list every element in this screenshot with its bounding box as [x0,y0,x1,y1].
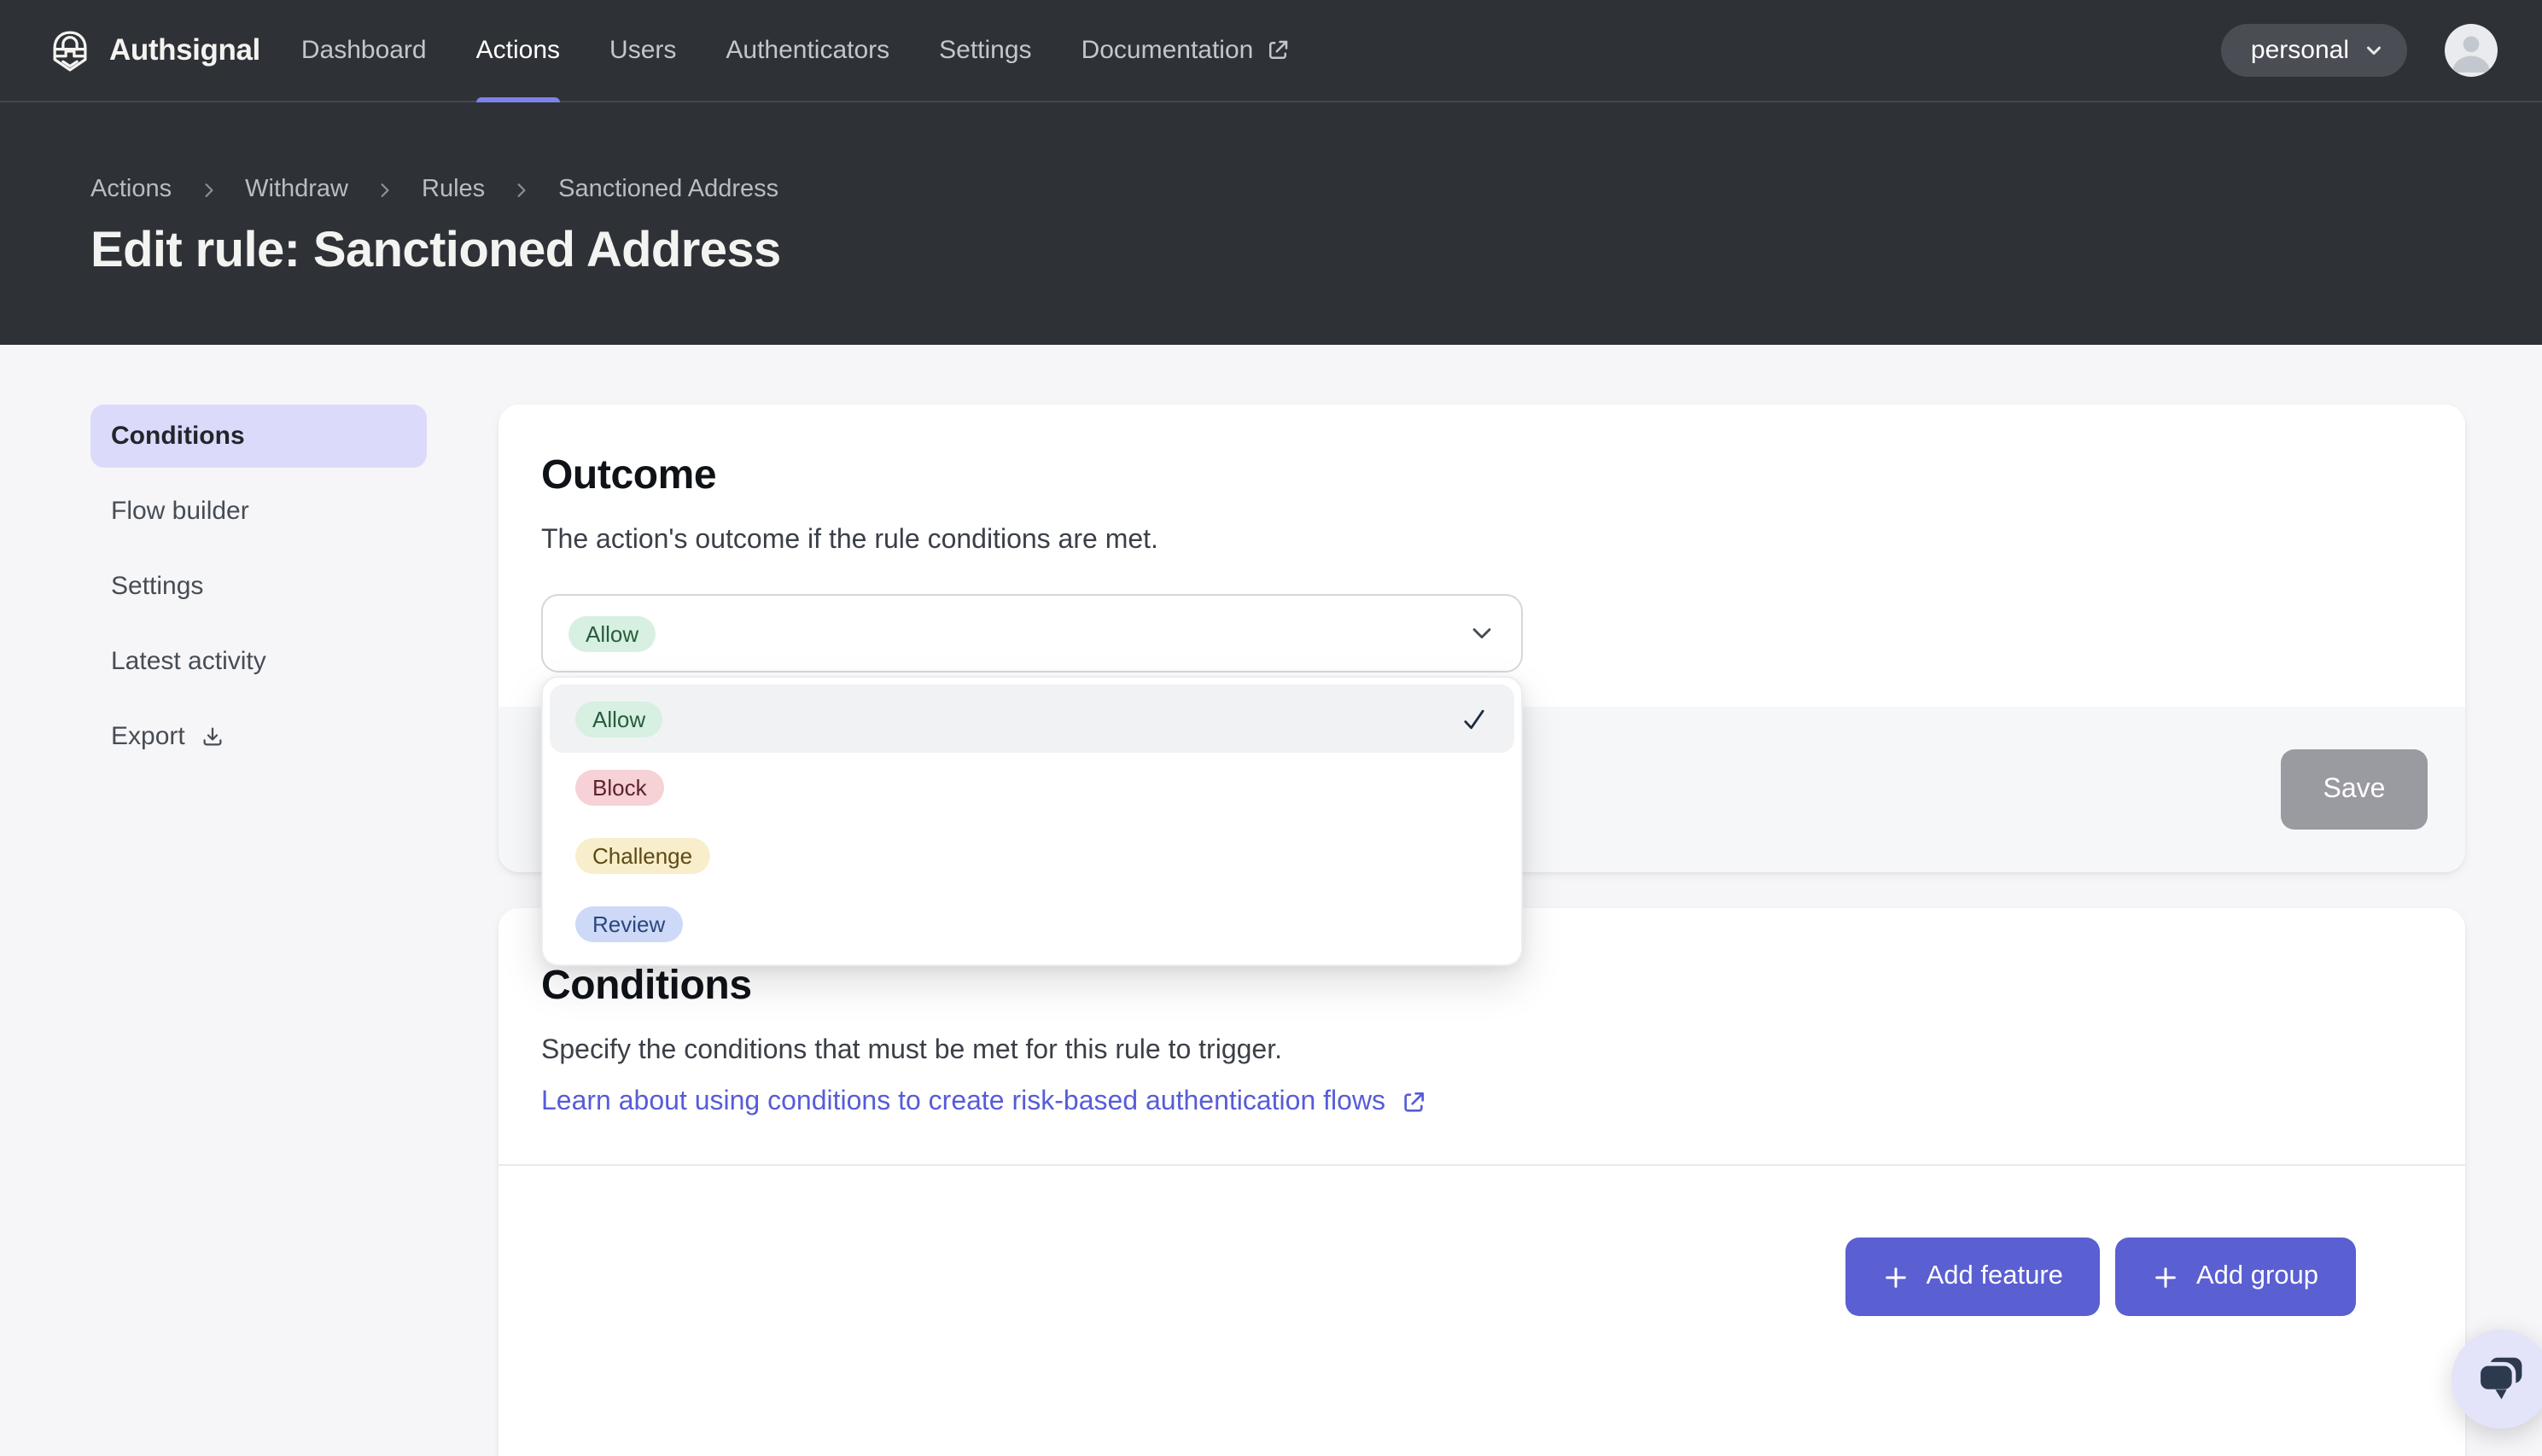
brand-wordmark: Authsignal [109,32,260,68]
sidebar-item-export[interactable]: Export [90,705,427,768]
conditions-docs-link[interactable]: Learn about using conditions to create r… [541,1087,1426,1118]
external-link-icon [1399,1089,1426,1116]
nav-item-dashboard[interactable]: Dashboard [301,0,427,101]
authsignal-logo-icon [48,28,92,73]
conditions-actions-row: Add feature Add group [541,1238,2422,1316]
chat-bubbles-icon [2474,1354,2528,1405]
nav-item-actions[interactable]: Actions [476,0,560,101]
checkmark-icon [1460,704,1489,733]
breadcrumb-withdraw[interactable]: Withdraw [245,176,348,203]
outcome-option-challenge[interactable]: Challenge [550,821,1514,889]
sidebar-item-conditions[interactable]: Conditions [90,405,427,468]
top-nav: Authsignal Dashboard Actions Users Authe… [0,0,2542,102]
nav-item-authenticators[interactable]: Authenticators [726,0,889,101]
main-column: Outcome The action's outcome if the rule… [498,405,2465,1456]
brand-logo[interactable]: Authsignal [48,28,260,73]
outcome-option-block[interactable]: Block [550,753,1514,821]
sidebar-item-latest-activity[interactable]: Latest activity [90,630,427,693]
chevron-right-icon [376,180,394,199]
outcome-dropdown-menu: Allow Block Challenge Review [541,676,1523,966]
breadcrumb-rules[interactable]: Rules [422,176,485,203]
sidebar-item-settings[interactable]: Settings [90,555,427,618]
conditions-title: Conditions [541,963,2422,1010]
conditions-description: Specify the conditions that must be met … [541,1036,2422,1067]
sidebar-item-flow-builder[interactable]: Flow builder [90,480,427,543]
user-avatar[interactable] [2445,24,2498,77]
outcome-option-allow[interactable]: Allow [550,684,1514,753]
chat-widget-button[interactable] [2452,1330,2542,1429]
external-link-icon [1265,38,1291,63]
plus-icon [2154,1264,2179,1290]
breadcrumb: Actions Withdraw Rules Sanctioned Addres… [90,176,2542,203]
tenant-name: personal [2251,36,2349,65]
outcome-card-body: Outcome The action's outcome if the rule… [498,405,2465,707]
nav-item-users[interactable]: Users [609,0,676,101]
selected-outcome-badge: Allow [568,615,656,651]
chevron-down-icon [1468,620,1495,647]
page-title: Edit rule: Sanctioned Address [90,224,2542,280]
outcome-option-review[interactable]: Review [550,889,1514,958]
outcome-select[interactable]: Allow [541,594,1523,673]
add-group-button[interactable]: Add group [2116,1238,2356,1316]
rule-sidebar: Conditions Flow builder Settings Latest … [90,405,427,1456]
conditions-card: Conditions Specify the conditions that m… [498,908,2465,1456]
tenant-switcher-button[interactable]: personal [2222,24,2407,77]
chevron-right-icon [512,180,531,199]
plus-icon [1884,1264,1909,1290]
content-area: Conditions Flow builder Settings Latest … [0,345,2542,1456]
nav-items: Dashboard Actions Users Authenticators S… [301,0,1291,101]
page-header: Actions Withdraw Rules Sanctioned Addres… [0,102,2542,345]
save-button[interactable]: Save [2281,749,2428,830]
breadcrumb-sanctioned-address[interactable]: Sanctioned Address [558,176,778,203]
outcome-description: The action's outcome if the rule conditi… [541,526,2422,556]
add-feature-button[interactable]: Add feature [1846,1238,2101,1316]
nav-item-documentation[interactable]: Documentation [1082,0,1291,101]
nav-item-settings[interactable]: Settings [939,0,1031,101]
conditions-divider [498,1164,2465,1166]
download-icon [201,724,226,749]
chevron-down-icon [2363,39,2385,61]
breadcrumb-actions[interactable]: Actions [90,176,172,203]
app-root: Authsignal Dashboard Actions Users Authe… [0,0,2542,1456]
outcome-title: Outcome [541,452,2422,500]
chevron-right-icon [199,180,218,199]
